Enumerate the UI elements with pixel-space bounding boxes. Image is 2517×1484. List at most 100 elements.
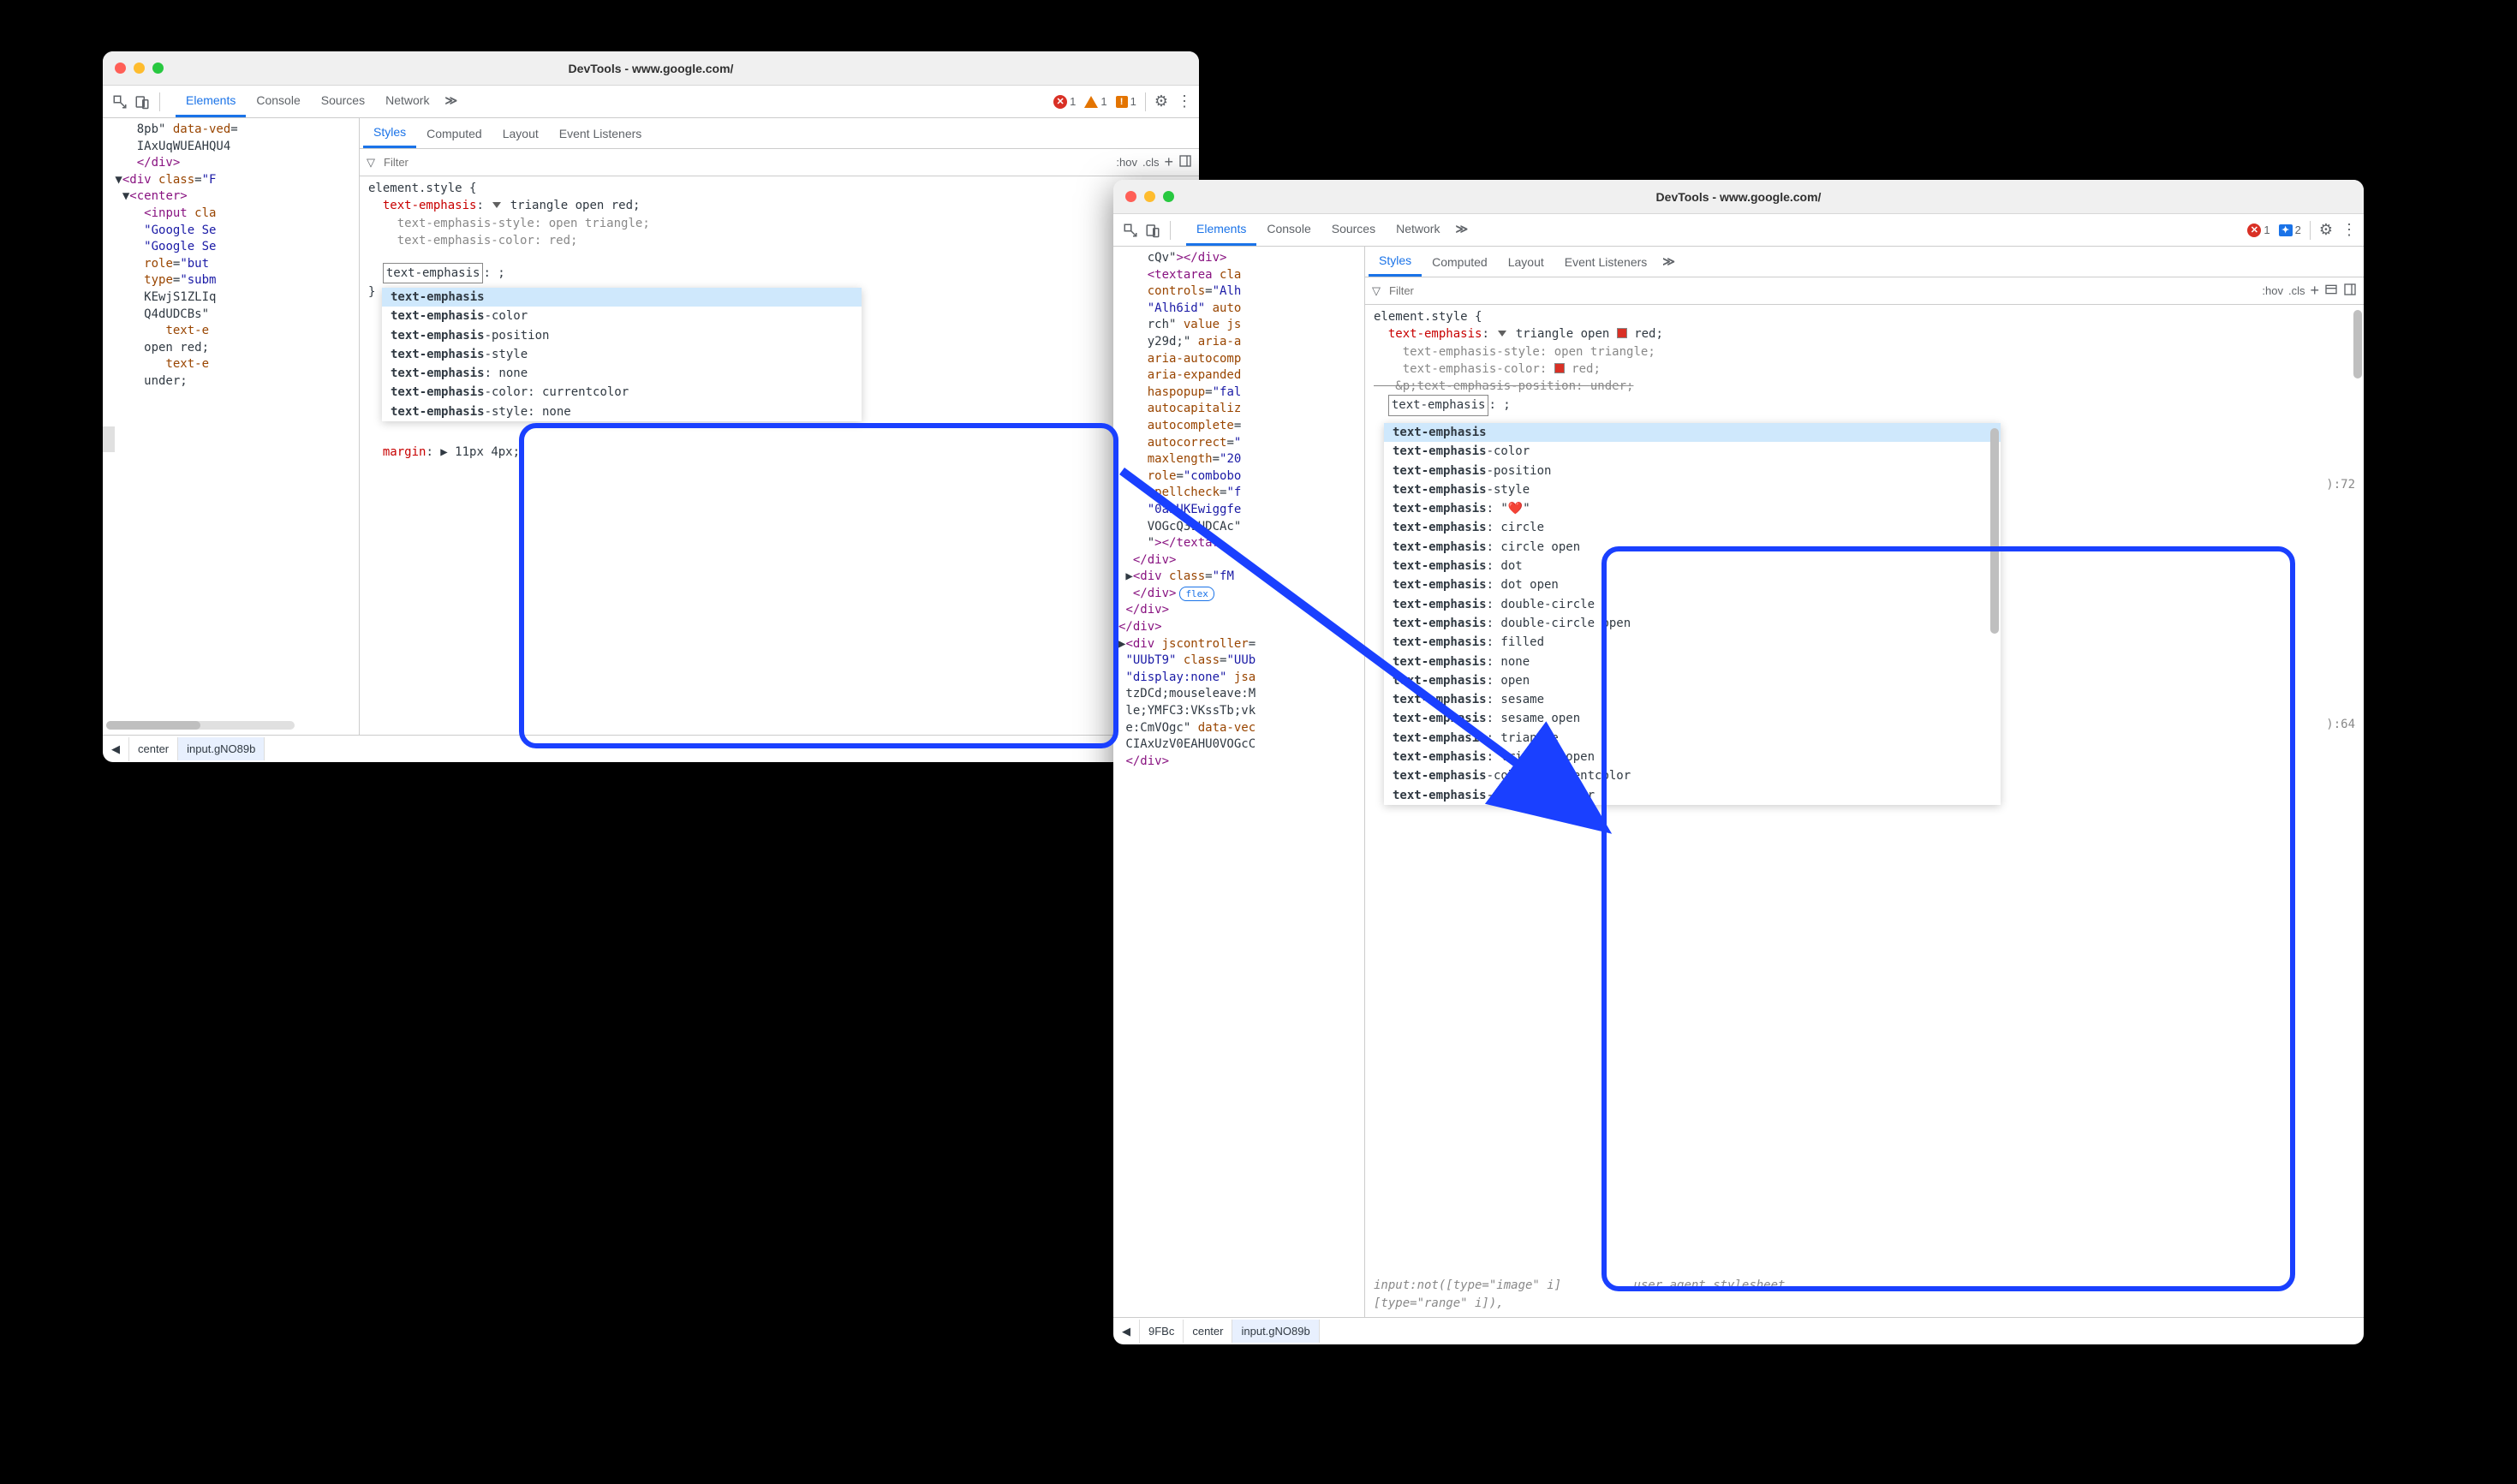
tab-console[interactable]: Console: [1256, 214, 1321, 246]
toggle-panel-icon[interactable]: [2343, 283, 2357, 299]
dom-line[interactable]: </div>: [1118, 754, 1359, 771]
dom-line[interactable]: autocapitaliz: [1118, 401, 1359, 418]
dom-line[interactable]: text-e: [108, 323, 354, 340]
ac-item[interactable]: text-emphasis: filled: [1384, 633, 2001, 652]
dom-line[interactable]: type="subm: [108, 272, 354, 289]
dom-line[interactable]: le;YMFC3:VKssTb;vk: [1118, 703, 1359, 720]
styles-body[interactable]: element.style { text-emphasis: triangle …: [1365, 305, 2364, 1317]
filter-icon[interactable]: ▽: [367, 156, 375, 170]
subtab-layout[interactable]: Layout: [492, 120, 549, 147]
rule-line[interactable]: &p;text-emphasis-position: under;: [1374, 378, 2355, 395]
dom-line[interactable]: "Google Se: [108, 223, 354, 240]
rule-line[interactable]: text-emphasis-style: open triangle;: [1374, 343, 2355, 361]
dom-line[interactable]: under;: [108, 373, 354, 390]
autocomplete-popup[interactable]: text-emphasis text-emphasis-color text-e…: [1384, 423, 2001, 805]
crumb-scroll-left[interactable]: ◀: [1113, 1320, 1140, 1344]
styles-body[interactable]: element.style { text-emphasis: triangle …: [360, 176, 1199, 735]
dom-line[interactable]: "Alh6id" auto: [1118, 301, 1359, 318]
issues-badge[interactable]: !1: [1116, 95, 1136, 108]
tab-sources[interactable]: Sources: [311, 86, 375, 117]
dom-line[interactable]: "UUbT9" class="UUb: [1118, 653, 1359, 670]
dom-line[interactable]: </div>: [108, 155, 354, 172]
info-badge[interactable]: ✦2: [2279, 223, 2301, 236]
subtab-layout[interactable]: Layout: [1498, 248, 1554, 276]
device-icon[interactable]: [1142, 220, 1163, 241]
ac-item[interactable]: text-emphasis-position: over: [1384, 786, 2001, 805]
dom-line[interactable]: ▼<div class="F: [108, 172, 354, 189]
dom-line[interactable]: aria-autocomp: [1118, 351, 1359, 368]
dom-line[interactable]: </div>: [1118, 619, 1359, 636]
tab-elements[interactable]: Elements: [1186, 214, 1256, 246]
warning-badge[interactable]: 1: [1084, 95, 1106, 108]
ac-item[interactable]: text-emphasis-style: none: [382, 402, 862, 421]
ac-item[interactable]: text-emphasis: none: [1384, 653, 2001, 671]
ac-item[interactable]: text-emphasis-color: currentcolor: [382, 383, 862, 402]
ac-item[interactable]: text-emphasis: open: [1384, 671, 2001, 690]
tab-sources[interactable]: Sources: [1321, 214, 1386, 246]
crumb[interactable]: 9FBc: [1140, 1320, 1184, 1343]
scrollbar-vertical[interactable]: [2353, 310, 2362, 378]
tab-network[interactable]: Network: [1386, 214, 1450, 246]
dom-line[interactable]: "></textar: [1118, 535, 1359, 552]
add-rule-icon[interactable]: +: [2310, 282, 2319, 300]
rule-line[interactable]: text-emphasis-color: red;: [1374, 361, 2355, 378]
gear-icon[interactable]: ⚙: [1154, 92, 1168, 110]
ac-item[interactable]: text-emphasis: triangle open: [1384, 748, 2001, 766]
dom-line[interactable]: ▶<div class="fM: [1118, 569, 1359, 586]
dom-line[interactable]: 8pb" data-ved=: [108, 122, 354, 139]
dom-line[interactable]: y29d;" aria-a: [1118, 334, 1359, 351]
breadcrumb[interactable]: ◀ 9FBc center input.gNO89b: [1113, 1317, 2364, 1344]
dom-line[interactable]: controls="Alh: [1118, 283, 1359, 301]
dom-line[interactable]: "0ahUKEwiggfe: [1118, 502, 1359, 519]
ac-item[interactable]: text-emphasis: triangle: [1384, 729, 2001, 748]
breadcrumb[interactable]: ◀ center input.gNO89b: [103, 735, 1199, 762]
cls-toggle[interactable]: .cls: [2288, 284, 2305, 297]
hov-toggle[interactable]: :hov: [1116, 156, 1137, 169]
ac-item[interactable]: text-emphasis-style: [1384, 480, 2001, 499]
rule-line[interactable]: text-emphasis-style: open triangle;: [368, 215, 1190, 232]
ac-item[interactable]: text-emphasis: circle: [1384, 518, 2001, 537]
property-input[interactable]: text-emphasis: [383, 263, 484, 283]
dom-line[interactable]: VOGcQ39UDCAc": [1118, 519, 1359, 536]
dom-tree[interactable]: 8pb" data-ved= IAxUqWUEAHQU4 </div> ▼<di…: [103, 118, 360, 735]
dom-line[interactable]: autocomplete=: [1118, 418, 1359, 435]
dom-line[interactable]: IAxUqWUEAHQU4: [108, 139, 354, 156]
rule-line[interactable]: text-emphasis: triangle open red;: [1374, 325, 2355, 343]
dom-line[interactable]: e:CmVOgc" data-vec: [1118, 720, 1359, 737]
zoom-icon[interactable]: [1163, 191, 1174, 202]
dom-line[interactable]: tzDCd;mouseleave:M: [1118, 686, 1359, 703]
tab-elements[interactable]: Elements: [176, 86, 246, 117]
ac-item[interactable]: text-emphasis-style: [382, 345, 862, 364]
source-link[interactable]: ):64: [2326, 716, 2355, 733]
dom-line[interactable]: haspopup="fal: [1118, 384, 1359, 402]
dom-line[interactable]: "display:none" jsa: [1118, 670, 1359, 687]
rule-line[interactable]: text-emphasis-color: red;: [368, 232, 1190, 249]
dom-line[interactable]: text-e: [108, 356, 354, 373]
tab-console[interactable]: Console: [246, 86, 310, 117]
dom-line[interactable]: KEwjS1ZLIq: [108, 289, 354, 307]
computed-panel-icon[interactable]: [2324, 283, 2338, 299]
dom-line[interactable]: role="combobo: [1118, 468, 1359, 486]
subtab-event-listeners[interactable]: Event Listeners: [549, 120, 653, 147]
autocomplete-popup[interactable]: text-emphasis text-emphasis-color text-e…: [382, 288, 862, 421]
ac-item[interactable]: text-emphasis: circle open: [1384, 538, 2001, 557]
ac-item[interactable]: text-emphasis-color: currentcolor: [1384, 766, 2001, 785]
dom-line[interactable]: rch" value js: [1118, 317, 1359, 334]
crumb-scroll-left[interactable]: ◀: [103, 737, 129, 761]
source-link[interactable]: ):72: [2326, 476, 2355, 493]
ac-item[interactable]: text-emphasis: [382, 288, 862, 307]
ac-item[interactable]: text-emphasis: [1384, 423, 2001, 442]
more-subtabs[interactable]: ≫: [1657, 247, 1680, 277]
dom-line[interactable]: "Google Se: [108, 239, 354, 256]
dom-line[interactable]: Q4dUDCBs": [108, 307, 354, 324]
margin-line[interactable]: margin: ▶ 11px 4px;: [368, 444, 520, 461]
more-icon[interactable]: ⋮: [2341, 221, 2357, 239]
dom-line[interactable]: role="but: [108, 256, 354, 273]
device-icon[interactable]: [132, 92, 152, 112]
property-input[interactable]: text-emphasis: [1388, 395, 1489, 415]
dom-line[interactable]: ▼<center>: [108, 188, 354, 206]
dom-line[interactable]: <input cla: [108, 206, 354, 223]
tab-network[interactable]: Network: [375, 86, 439, 117]
inspect-icon[interactable]: [110, 92, 130, 112]
toggle-panel-icon[interactable]: [1178, 154, 1192, 170]
